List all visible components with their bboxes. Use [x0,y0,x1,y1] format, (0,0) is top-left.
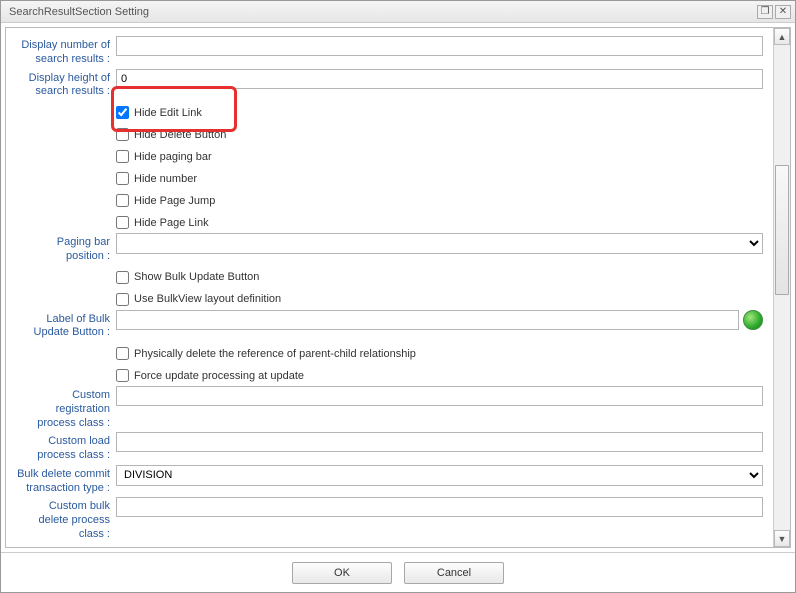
checkbox-show-bulk-update[interactable] [116,271,129,284]
checkbox-physically-delete[interactable] [116,347,129,360]
label-physically-delete: Physically delete the reference of paren… [134,348,416,360]
scroll-track[interactable] [774,45,790,530]
input-display-height[interactable] [116,69,763,89]
label-bulk-update-label: Label of Bulk Update Button : [16,310,116,341]
checkbox-hide-paging-bar[interactable] [116,150,129,163]
cancel-button[interactable]: Cancel [404,562,504,584]
select-paging-bar-position[interactable] [116,233,763,254]
checkbox-hide-page-jump[interactable] [116,194,129,207]
globe-icon[interactable] [743,310,763,330]
label-hide-delete-button: Hide Delete Button [134,129,226,141]
input-bulk-update-label[interactable] [116,310,739,330]
label-custom-bulk-delete: Custom bulk delete process class : [16,497,116,541]
checkbox-force-update[interactable] [116,369,129,382]
label-hide-page-link: Hide Page Link [134,217,209,229]
input-custom-bulk-delete[interactable] [116,497,763,517]
form-scroll-pane: Display number of search results : Displ… [6,28,773,547]
checkbox-hide-edit-link[interactable] [116,106,129,119]
label-hide-paging-bar: Hide paging bar [134,151,212,163]
label-display-height: Display height of search results : [16,69,116,100]
label-use-bulkview: Use BulkView layout definition [134,293,281,305]
window-title: SearchResultSection Setting [9,6,149,18]
label-display-number: Display number of search results : [16,36,116,67]
label-bulk-delete-txn: Bulk delete commit transaction type : [16,465,116,496]
maximize-icon: ❐ [761,6,770,17]
input-custom-registration[interactable] [116,386,763,406]
close-button[interactable]: ✕ [775,5,791,19]
close-icon: ✕ [779,6,787,17]
label-custom-registration: Custom registration process class : [16,386,116,430]
checkbox-hide-number[interactable] [116,172,129,185]
label-hide-number: Hide number [134,173,197,185]
label-show-bulk-update: Show Bulk Update Button [134,271,259,283]
scroll-up-icon[interactable]: ▲ [774,28,790,45]
checkbox-hide-page-link[interactable] [116,216,129,229]
button-bar: OK Cancel [1,552,795,592]
ok-button[interactable]: OK [292,562,392,584]
content-area: Display number of search results : Displ… [5,27,791,548]
scroll-down-icon[interactable]: ▼ [774,530,790,547]
checkbox-hide-delete-button[interactable] [116,128,129,141]
maximize-button[interactable]: ❐ [757,5,773,19]
label-custom-load: Custom load process class : [16,432,116,463]
label-hide-page-jump: Hide Page Jump [134,195,215,207]
label-force-update: Force update processing at update [134,370,304,382]
input-custom-load[interactable] [116,432,763,452]
scroll-thumb[interactable] [775,165,789,295]
titlebar: SearchResultSection Setting ❐ ✕ [1,1,795,23]
vertical-scrollbar[interactable]: ▲ ▼ [773,28,790,547]
label-paging-bar-position: Paging bar position : [16,233,116,264]
checkbox-use-bulkview[interactable] [116,293,129,306]
select-bulk-delete-txn[interactable]: DIVISION [116,465,763,486]
input-display-number[interactable] [116,36,763,56]
label-hide-edit-link: Hide Edit Link [134,107,202,119]
dialog-window: SearchResultSection Setting ❐ ✕ Display … [0,0,796,593]
